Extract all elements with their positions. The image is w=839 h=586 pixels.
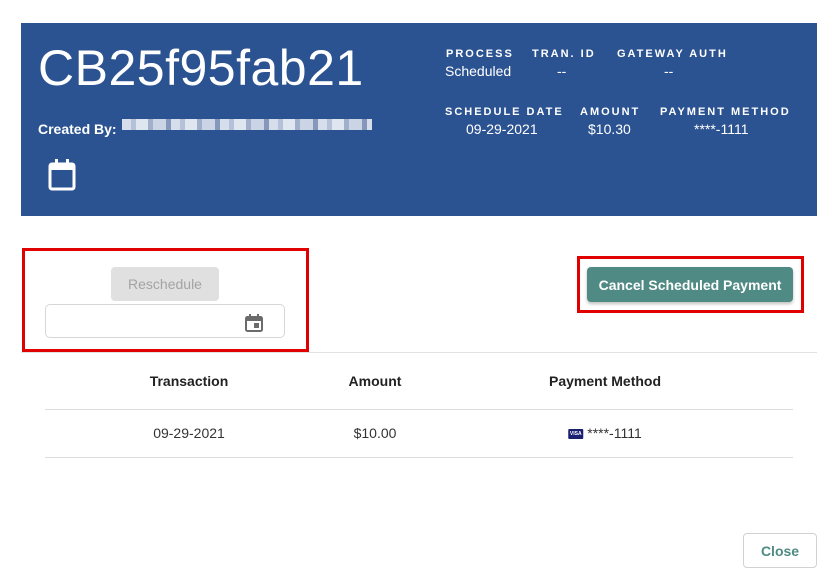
row-amount: $10.00	[353, 425, 397, 441]
payment-method-value: ****-1111	[694, 121, 749, 137]
table-row-divider	[45, 457, 793, 458]
schedule-date-label: SCHEDULE DATE	[445, 106, 564, 118]
gateway-auth-value: --	[664, 63, 674, 79]
column-header-transaction: Transaction	[149, 373, 229, 389]
reschedule-date-input[interactable]	[45, 304, 285, 338]
section-divider	[21, 352, 817, 353]
schedule-date-value: 09-29-2021	[466, 121, 538, 137]
visa-card-icon: VISA	[568, 429, 584, 440]
amount-label: AMOUNT	[580, 106, 641, 118]
calendar-icon[interactable]	[47, 158, 77, 192]
tran-id-value: --	[557, 63, 567, 79]
tran-id-label: TRAN. ID	[532, 48, 596, 60]
transaction-id-title: CB25f95fab21	[38, 40, 364, 96]
reschedule-button[interactable]: Reschedule	[111, 267, 219, 301]
row-payment-method: VISA ****-1111	[568, 425, 642, 441]
process-value: Scheduled	[445, 63, 512, 79]
row-payment-method-value: ****-1111	[587, 425, 642, 441]
row-transaction-date: 09-29-2021	[153, 425, 225, 441]
payment-method-label: PAYMENT METHOD	[660, 106, 791, 118]
gateway-auth-label: GATEWAY AUTH	[617, 48, 728, 60]
table-header-divider	[45, 409, 793, 410]
cancel-scheduled-payment-button[interactable]: Cancel Scheduled Payment	[587, 267, 793, 302]
column-header-amount: Amount	[348, 373, 402, 389]
created-by-value-redacted	[122, 119, 372, 130]
transaction-header: CB25f95fab21 Created By: PROCESS Schedul…	[21, 23, 817, 216]
process-label: PROCESS	[446, 48, 514, 60]
column-header-payment-method: Payment Method	[548, 373, 662, 389]
close-button[interactable]: Close	[743, 533, 817, 568]
date-picker-calendar-icon[interactable]	[244, 313, 264, 333]
created-by-label: Created By:	[38, 121, 117, 137]
amount-value: $10.30	[588, 121, 631, 137]
